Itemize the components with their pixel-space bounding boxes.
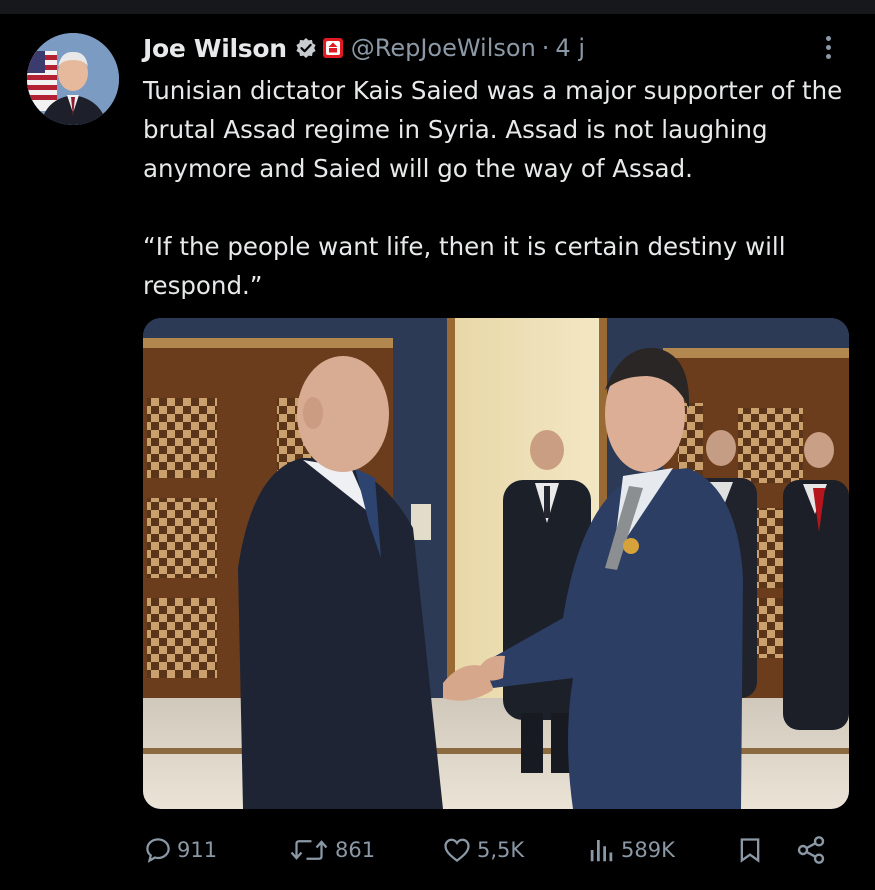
share-button[interactable] <box>795 830 827 870</box>
government-seal-icon <box>322 38 343 58</box>
views-icon <box>590 840 613 862</box>
author-name[interactable]: Joe Wilson <box>143 34 287 63</box>
flag-graphic <box>27 51 57 111</box>
top-edge-bar <box>0 0 875 14</box>
views-button[interactable]: 589K <box>587 830 675 870</box>
tweet-photo[interactable] <box>143 318 849 809</box>
author-handle[interactable]: @RepJoeWilson <box>351 34 536 62</box>
tweet-text: Tunisian dictator Kais Saied was a major… <box>143 71 858 305</box>
tweet-timestamp[interactable]: 4 j <box>555 34 585 62</box>
views-count: 589K <box>621 838 675 862</box>
separator-dot: · <box>541 34 550 62</box>
verified-badge-icon <box>295 37 317 59</box>
bookmark-button[interactable] <box>736 830 764 870</box>
more-options-icon[interactable] <box>822 36 834 68</box>
reply-count: 911 <box>177 838 218 862</box>
repost-count: 861 <box>335 838 376 862</box>
share-icon <box>797 836 825 864</box>
tweet-paragraph: “If the people want life, then it is cer… <box>143 232 786 300</box>
tweet-header: Joe Wilson @RepJoeWilson · 4 j <box>143 30 585 66</box>
reply-button[interactable]: 911 <box>143 830 217 870</box>
repost-icon <box>290 840 328 860</box>
tweet-paragraph: Tunisian dictator Kais Saied was a major… <box>143 76 843 183</box>
bookmark-icon <box>740 838 760 863</box>
author-avatar[interactable] <box>27 33 119 125</box>
repost-button[interactable]: 861 <box>287 830 375 870</box>
tweet-actions: 911 861 5,5K 589K <box>143 830 843 870</box>
heart-icon <box>444 838 470 863</box>
like-count: 5,5K <box>477 838 525 862</box>
like-button[interactable]: 5,5K <box>441 830 524 870</box>
reply-icon <box>146 838 170 863</box>
